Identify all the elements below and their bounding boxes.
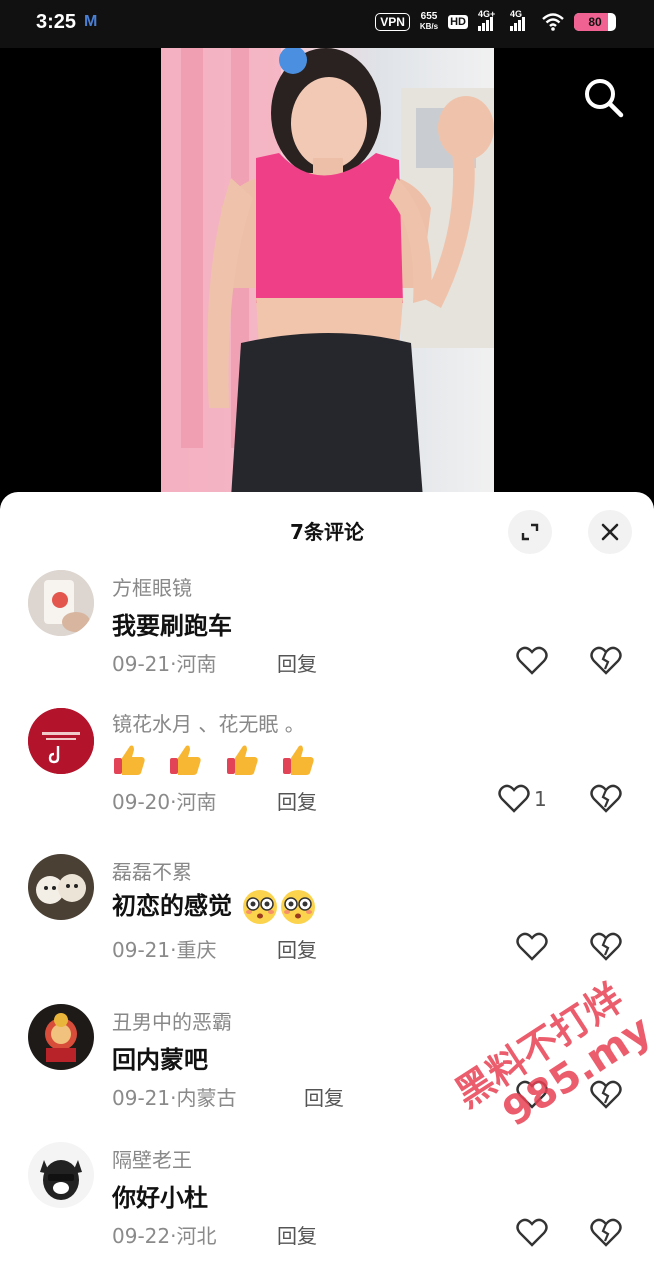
close-button[interactable]	[588, 510, 632, 554]
dislike-button[interactable]	[590, 932, 622, 966]
avatar[interactable]	[28, 570, 94, 636]
network-speed-value: 655	[420, 11, 438, 22]
comment-location: 河北	[176, 1224, 217, 1248]
comment-meta: 09-21·河南	[112, 652, 217, 676]
comments-sheet: 7条评论 方框眼镜 我要刷跑车 09-21·河南 回复 镜花水月 、花无眠 。 …	[0, 492, 654, 1280]
comment-location: 内蒙古	[176, 1086, 237, 1110]
comment-username[interactable]: 方框眼镜	[112, 572, 192, 601]
comment-location: 重庆	[176, 938, 217, 962]
dislike-button[interactable]	[590, 784, 622, 818]
status-bar: 3:25 M VPN 655 KB/s HD 4G+ 4G 80	[0, 0, 654, 48]
like-button[interactable]	[516, 1218, 548, 1248]
battery-icon: 80	[574, 13, 616, 31]
comment-text: 初恋的感觉	[112, 892, 232, 920]
avatar-image	[28, 1142, 94, 1208]
like-count: 1	[534, 787, 547, 811]
thumbs-up-icon	[226, 745, 258, 775]
signal-4g-plus-label: 4G+	[478, 9, 496, 19]
avatar-image	[28, 708, 94, 774]
dislike-button[interactable]	[590, 1218, 622, 1252]
signal-4g-plus-icon: 4G+	[478, 9, 500, 31]
broken-heart-icon	[590, 932, 622, 961]
like-button[interactable]	[516, 932, 548, 962]
heart-icon	[516, 646, 548, 675]
comment-meta: 09-22·河北	[112, 1224, 217, 1248]
status-indicators: VPN 655 KB/s HD 4G+ 4G 80	[375, 9, 616, 32]
thumbs-up-icon	[170, 745, 202, 775]
signal-4g-icon: 4G	[510, 9, 532, 31]
comment-username[interactable]: 镜花水月 、花无眠 。	[112, 708, 305, 737]
network-speed-unit: KB/s	[419, 22, 439, 31]
avatar-image	[28, 854, 94, 920]
reply-button[interactable]: 回复	[277, 934, 317, 963]
expand-button[interactable]	[508, 510, 552, 554]
heart-icon	[516, 1218, 548, 1247]
search-icon	[585, 79, 624, 118]
like-button[interactable]	[516, 1080, 548, 1110]
comment-meta: 09-21·重庆	[112, 938, 217, 962]
thumbs-up-icon	[283, 745, 314, 775]
comment-date: 09-21	[112, 652, 171, 676]
video-frame[interactable]	[161, 48, 494, 498]
network-speed: 655 KB/s	[420, 12, 438, 32]
avatar[interactable]	[28, 854, 94, 920]
comment-username[interactable]: 磊磊不累	[112, 856, 192, 885]
comment-date: 09-21	[112, 1086, 171, 1110]
avatar[interactable]	[28, 708, 94, 774]
reply-button[interactable]: 回复	[277, 648, 317, 677]
wifi-icon	[542, 13, 564, 31]
comment-meta: 09-21·内蒙古	[112, 1086, 237, 1110]
comment-username[interactable]: 隔壁老王	[112, 1144, 192, 1173]
avatar-image	[28, 570, 94, 636]
vpn-badge: VPN	[375, 13, 410, 31]
reply-button[interactable]: 回复	[304, 1082, 344, 1111]
comment-date: 09-20	[112, 790, 171, 814]
comment-location: 河南	[176, 652, 217, 676]
signal-4g-label: 4G	[510, 9, 523, 19]
broken-heart-icon	[590, 1080, 622, 1109]
avatar-image	[28, 1004, 94, 1070]
close-icon	[601, 523, 619, 541]
comment-text: 你好小杜	[112, 1184, 208, 1212]
mail-icon: M	[84, 13, 98, 30]
broken-heart-icon	[590, 784, 622, 813]
like-button[interactable]: 1	[498, 784, 547, 814]
broken-heart-icon	[590, 646, 622, 675]
comment-username[interactable]: 丑男中的恶霸	[112, 1006, 232, 1035]
dislike-button[interactable]	[590, 646, 622, 680]
flushed-face-icon	[243, 890, 278, 924]
avatar[interactable]	[28, 1142, 94, 1208]
broken-heart-icon	[590, 1218, 622, 1247]
comment-date: 09-22	[112, 1224, 171, 1248]
comment-location: 河南	[176, 790, 217, 814]
comment-date: 09-21	[112, 938, 171, 962]
heart-icon	[498, 784, 530, 813]
status-time: 3:25	[36, 11, 77, 33]
comment-text-row: 初恋的感觉	[112, 886, 316, 925]
comments-count-title: 7条评论	[290, 520, 364, 544]
video-player[interactable]	[0, 48, 654, 498]
battery-level: 80	[588, 15, 602, 29]
comment-text: 我要刷跑车	[112, 612, 232, 640]
comment-emoji-row	[112, 742, 329, 778]
thumbs-up-icon	[114, 745, 145, 775]
reply-button[interactable]: 回复	[277, 786, 317, 815]
search-button[interactable]	[582, 76, 626, 120]
reply-button[interactable]: 回复	[277, 1220, 317, 1249]
heart-icon	[516, 932, 548, 961]
hd-badge: HD	[448, 15, 468, 29]
flushed-face-icon	[281, 890, 316, 924]
avatar[interactable]	[28, 1004, 94, 1070]
comment-meta: 09-20·河南	[112, 790, 217, 814]
dislike-button[interactable]	[590, 1080, 622, 1114]
heart-icon	[516, 1080, 548, 1109]
video-illustration	[161, 48, 494, 498]
expand-icon	[521, 523, 539, 541]
like-button[interactable]	[516, 646, 548, 676]
comment-text: 回内蒙吧	[112, 1046, 208, 1074]
